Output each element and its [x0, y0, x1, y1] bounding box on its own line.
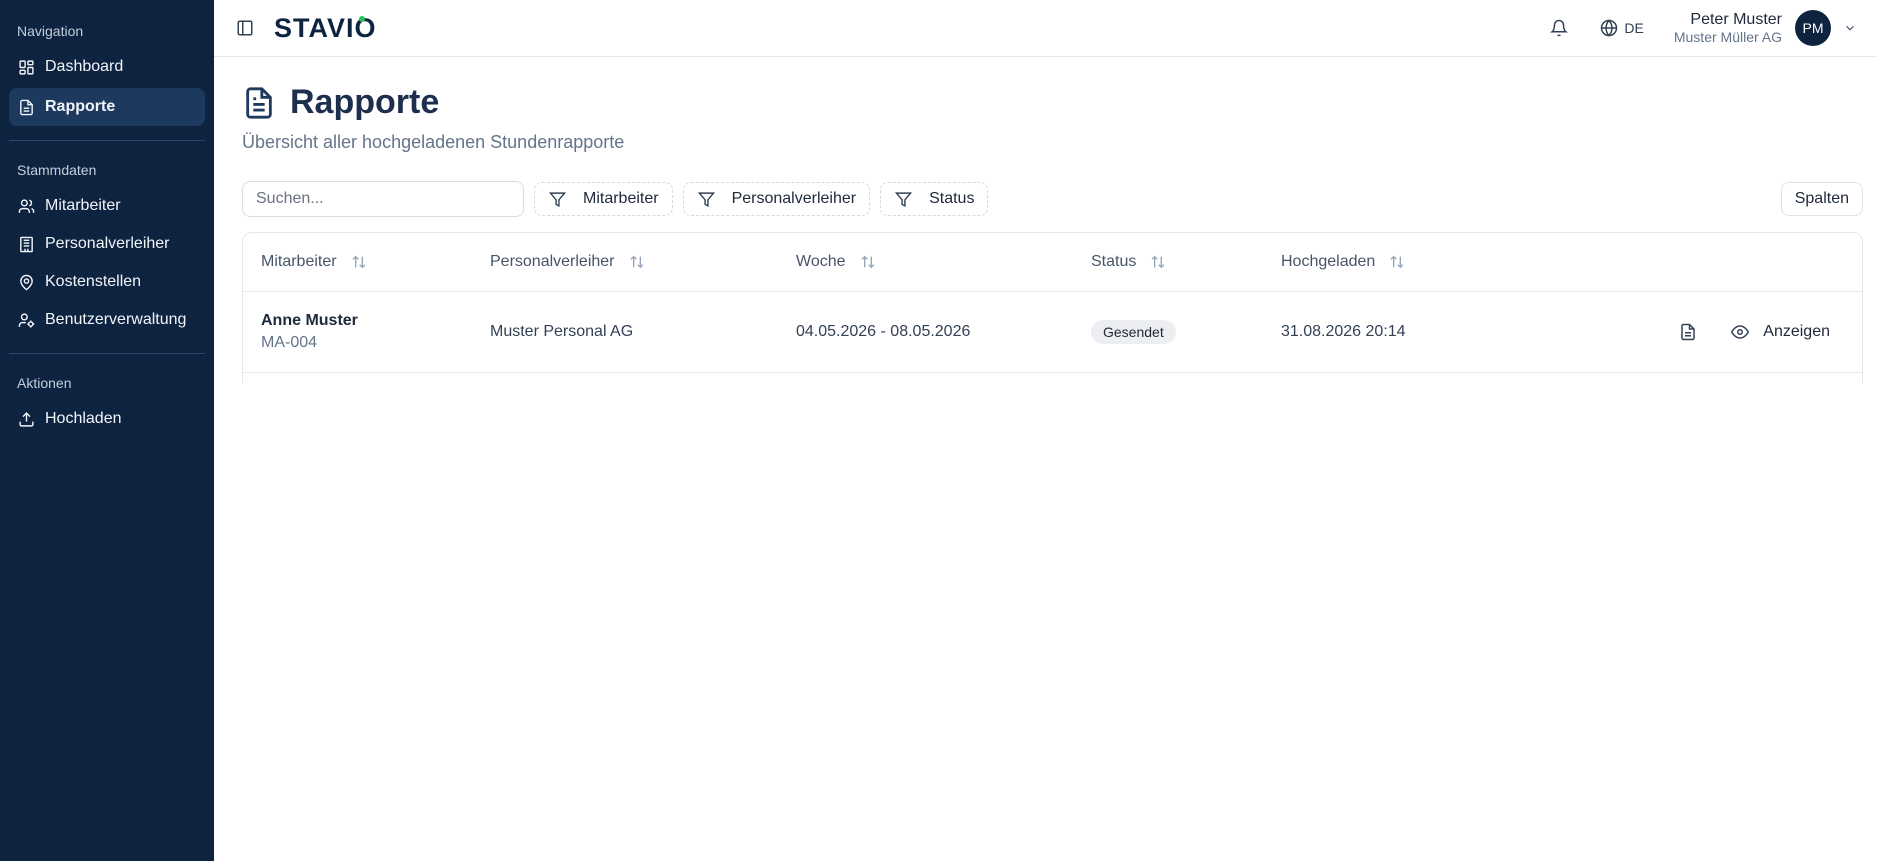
column-header-label: Personalverleiher — [490, 253, 615, 270]
page-title: Rapporte — [290, 83, 440, 121]
sidebar-toggle-icon[interactable] — [236, 19, 254, 37]
avatar[interactable]: PM — [1795, 10, 1831, 46]
bell-icon[interactable] — [1550, 19, 1569, 37]
building-icon — [17, 235, 35, 253]
globe-icon — [1601, 19, 1618, 37]
sidebar-group-title: Aktionen — [17, 375, 72, 391]
view-button-label: Anzeigen — [1763, 323, 1830, 340]
sidebar-item-personalverleiher[interactable]: Personalverleiher — [9, 225, 205, 263]
sidebar-item-label: Mitarbeiter — [45, 197, 121, 214]
sort-icon — [861, 255, 874, 269]
cell-lender: Muster Personal AG — [490, 323, 634, 340]
sidebar-item-kostenstellen[interactable]: Kostenstellen — [9, 263, 205, 301]
main-area: STAVIO DE Peter Muster Muster Müller AG … — [214, 0, 1877, 861]
sort-icon — [630, 255, 643, 269]
filter-label: Personalverleiher — [731, 190, 857, 207]
table-toolbar: Mitarbeiter Personalverleiher Status Spa… — [242, 181, 1863, 217]
language-switcher[interactable]: DE — [1600, 19, 1644, 37]
cell-actions: Anzeigen — [1581, 323, 1862, 341]
column-header-label: Status — [1091, 253, 1137, 270]
column-header-label: Woche — [796, 253, 846, 270]
upload-icon — [17, 410, 35, 428]
page-content: Rapporte Übersicht aller hochgeladenen S… — [214, 57, 1877, 383]
column-header-status[interactable]: Status — [1091, 253, 1281, 271]
users-icon — [17, 197, 35, 215]
column-header-personalverleiher[interactable]: Personalverleiher — [490, 253, 796, 271]
logo-accent-dot — [359, 15, 365, 22]
sidebar-group-title: Stammdaten — [17, 162, 97, 178]
filter-status-button[interactable]: Status — [880, 182, 989, 216]
sidebar-item-benutzerverwaltung[interactable]: Benutzerverwaltung — [9, 301, 205, 339]
sidebar-item-label: Dashboard — [45, 58, 124, 75]
user-company: Muster Müller AG — [1673, 29, 1782, 46]
user-cog-icon — [17, 311, 35, 329]
user-name: Peter Muster — [1690, 10, 1782, 28]
columns-button[interactable]: Spalten — [1780, 182, 1863, 216]
filter-icon — [549, 191, 566, 207]
filter-icon — [697, 191, 715, 207]
sidebar-item-rapporte[interactable]: Rapporte — [9, 88, 205, 126]
filter-personalverleiher-button[interactable]: Personalverleiher — [682, 182, 871, 216]
column-header-label: Mitarbeiter — [261, 253, 337, 270]
file-text-icon — [17, 98, 35, 116]
employee-id: MA-004 — [261, 334, 318, 351]
sidebar-item-label: Kostenstellen — [45, 273, 142, 290]
column-header-hochgeladen[interactable]: Hochgeladen — [1281, 253, 1581, 271]
column-header-label: Hochgeladen — [1281, 253, 1376, 270]
app-root: Navigation Dashboard Rapporte Stammdaten… — [0, 0, 1877, 861]
cell-week: 04.05.2026 - 08.05.2026 — [796, 323, 971, 340]
eye-icon — [1731, 325, 1750, 339]
table-row[interactable]: Anne Muster MA-004 Muster Personal AG 04… — [243, 292, 1862, 373]
sidebar-item-label: Rapporte — [45, 98, 116, 115]
sidebar-divider — [9, 353, 205, 354]
search-input[interactable] — [242, 181, 524, 217]
chevron-down-icon[interactable] — [1843, 21, 1857, 35]
file-text-icon — [242, 84, 276, 122]
reports-table: Mitarbeiter Personalverleiher Woche Stat… — [242, 232, 1863, 383]
brand-logo[interactable]: STAVIO — [274, 13, 377, 44]
sort-icon — [1151, 255, 1165, 269]
filter-mitarbeiter-button[interactable]: Mitarbeiter — [534, 182, 673, 216]
cell-employee: Anne Muster MA-004 — [243, 312, 490, 352]
employee-name: Anne Muster — [261, 312, 358, 329]
document-icon[interactable] — [1679, 323, 1697, 341]
sidebar-item-label: Personalverleiher — [45, 235, 170, 252]
cell-uploaded: 31.08.2026 20:14 — [1281, 323, 1406, 340]
filter-label: Mitarbeiter — [583, 190, 659, 207]
page-header: Rapporte — [242, 83, 1863, 122]
sort-icon — [352, 255, 366, 269]
sidebar-item-hochladen[interactable]: Hochladen — [9, 400, 205, 438]
table-header: Mitarbeiter Personalverleiher Woche Stat… — [243, 233, 1862, 292]
language-label: DE — [1624, 20, 1644, 36]
cell-status: Gesendet — [1091, 320, 1281, 344]
sidebar-group-title: Navigation — [17, 23, 84, 39]
sidebar-item-dashboard[interactable]: Dashboard — [9, 48, 205, 86]
filter-icon — [895, 191, 913, 207]
user-info[interactable]: Peter Muster Muster Müller AG — [1674, 11, 1782, 45]
page-subtitle: Übersicht aller hochgeladenen Stundenrap… — [242, 132, 625, 152]
column-header-woche[interactable]: Woche — [796, 253, 1091, 271]
map-pin-icon — [17, 273, 35, 291]
sidebar: Navigation Dashboard Rapporte Stammdaten… — [0, 0, 214, 861]
topbar: STAVIO DE Peter Muster Muster Müller AG … — [214, 0, 1877, 57]
sidebar-divider — [9, 140, 205, 141]
filter-label: Status — [929, 190, 975, 207]
column-header-mitarbeiter[interactable]: Mitarbeiter — [243, 253, 490, 271]
sort-icon — [1390, 255, 1404, 269]
sidebar-item-label: Benutzerverwaltung — [45, 311, 187, 328]
sidebar-item-label: Hochladen — [45, 410, 122, 427]
sidebar-item-mitarbeiter[interactable]: Mitarbeiter — [9, 187, 205, 225]
status-badge: Gesendet — [1091, 320, 1176, 344]
dashboard-icon — [17, 58, 35, 76]
view-button[interactable]: Anzeigen — [1731, 323, 1830, 341]
